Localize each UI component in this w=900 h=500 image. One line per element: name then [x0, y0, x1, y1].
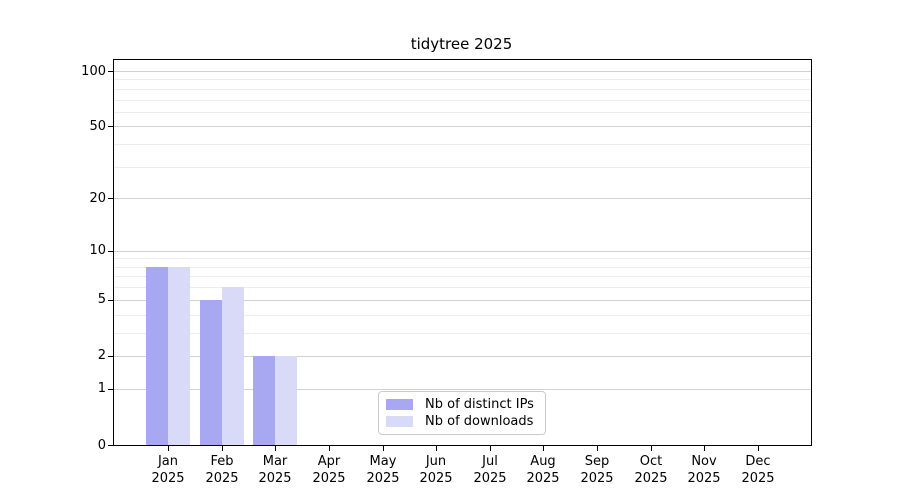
x-tick-mark	[543, 446, 544, 451]
y-tick-label-5: 5	[66, 293, 106, 306]
chart-title: tidytree 2025	[113, 35, 810, 53]
gridline-minor	[114, 276, 811, 277]
gridline-major	[114, 126, 811, 127]
figure: tidytree 2025 0 1 2 5 10 20 50 100 Jan2025Feb20…	[0, 0, 900, 500]
legend-swatch-distinct-ips-icon	[386, 399, 413, 410]
x-tick-label-aug: Aug2025	[513, 453, 573, 487]
plot-area	[113, 59, 812, 446]
legend-label-downloads: Nb of downloads	[425, 414, 533, 429]
gridline-minor	[114, 89, 811, 90]
legend-label-distinct-ips: Nb of distinct IPs	[425, 397, 534, 412]
y-tick-mark	[108, 198, 113, 199]
y-tick-label-50: 50	[66, 120, 106, 133]
y-tick-mark	[108, 126, 113, 127]
legend-item-downloads: Nb of downloads	[386, 413, 537, 430]
y-tick-mark	[108, 356, 113, 357]
legend: Nb of distinct IPs Nb of downloads	[378, 391, 546, 435]
x-tick-label-mar: Mar2025	[245, 453, 305, 487]
gridline-major	[114, 71, 811, 72]
gridline-minor	[114, 267, 811, 268]
x-tick-mark	[436, 446, 437, 451]
x-tick-label-nov: Nov2025	[674, 453, 734, 487]
x-tick-mark	[651, 446, 652, 451]
x-tick-label-feb: Feb2025	[192, 453, 252, 487]
x-tick-label-sep: Sep2025	[567, 453, 627, 487]
x-tick-label-jun: Jun2025	[406, 453, 466, 487]
gridline-minor	[114, 258, 811, 259]
y-tick-label-10: 10	[66, 244, 106, 257]
legend-swatch-downloads-icon	[386, 416, 413, 427]
y-tick-mark	[108, 300, 113, 301]
x-tick-label-jan: Jan2025	[138, 453, 198, 487]
x-tick-label-dec: Dec2025	[728, 453, 788, 487]
y-tick-mark	[108, 389, 113, 390]
gridline-major	[114, 198, 811, 199]
legend-item-distinct-ips: Nb of distinct IPs	[386, 396, 537, 413]
x-tick-mark	[758, 446, 759, 451]
x-tick-mark	[490, 446, 491, 451]
x-tick-label-oct: Oct2025	[621, 453, 681, 487]
gridline-minor	[114, 79, 811, 80]
gridline-minor	[114, 100, 811, 101]
y-tick-mark	[108, 445, 113, 446]
bar-mar-distinct-ips	[253, 356, 275, 445]
x-tick-mark	[168, 446, 169, 451]
y-tick-mark	[108, 251, 113, 252]
gridline-minor	[114, 287, 811, 288]
x-tick-mark	[597, 446, 598, 451]
y-tick-label-100: 100	[66, 65, 106, 78]
bar-jan-distinct-ips	[146, 267, 168, 445]
x-tick-mark	[329, 446, 330, 451]
gridline-minor	[114, 144, 811, 145]
y-tick-mark	[108, 71, 113, 72]
bar-jan-downloads	[168, 267, 190, 445]
bar-feb-distinct-ips	[200, 300, 222, 445]
x-tick-label-jul: Jul2025	[460, 453, 520, 487]
y-tick-label-0: 0	[66, 439, 106, 452]
y-tick-label-20: 20	[66, 192, 106, 205]
x-tick-mark	[275, 446, 276, 451]
y-tick-label-2: 2	[66, 349, 106, 362]
x-tick-mark	[383, 446, 384, 451]
bar-feb-downloads	[222, 287, 244, 445]
x-tick-label-apr: Apr2025	[299, 453, 359, 487]
x-tick-label-may: May2025	[353, 453, 413, 487]
gridline-minor	[114, 167, 811, 168]
gridline-major	[114, 251, 811, 252]
bar-mar-downloads	[275, 356, 297, 445]
x-tick-mark	[222, 446, 223, 451]
gridline-minor	[114, 112, 811, 113]
x-tick-mark	[704, 446, 705, 451]
y-tick-label-1: 1	[66, 382, 106, 395]
